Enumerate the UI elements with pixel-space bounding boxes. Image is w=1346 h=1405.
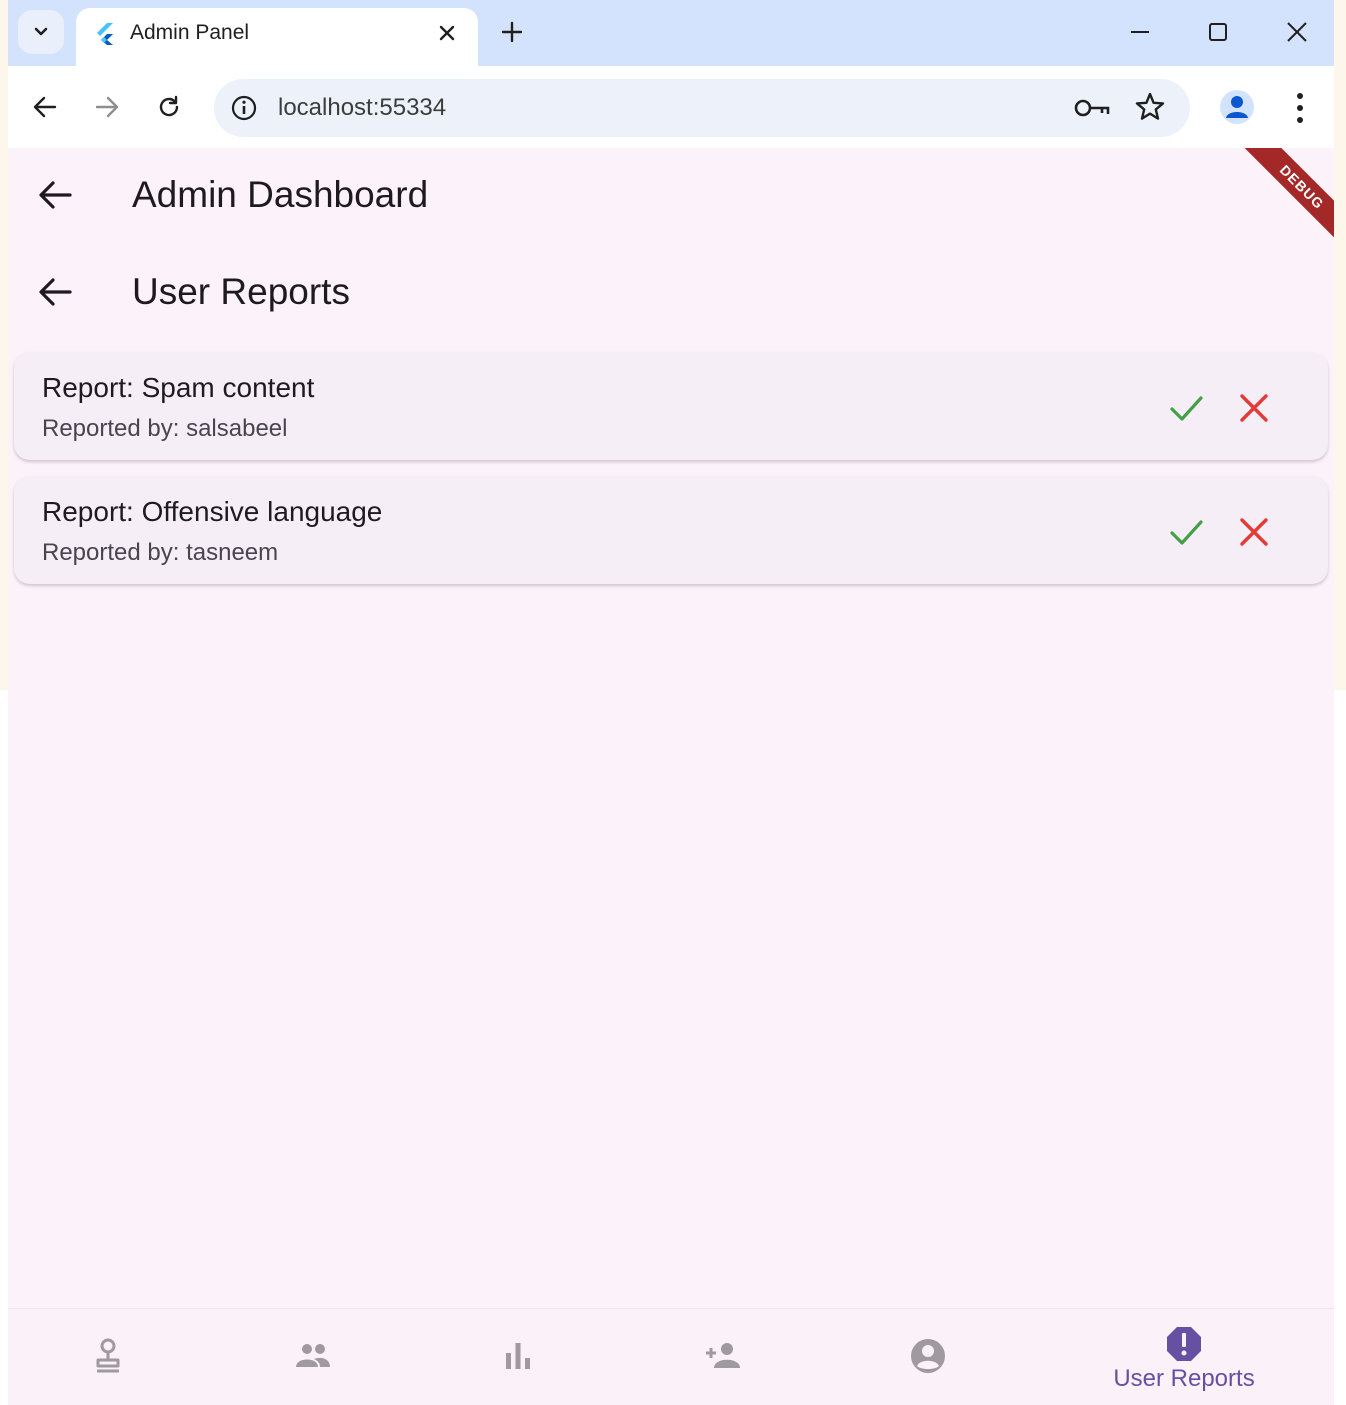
flutter-icon (97, 23, 113, 45)
tab-strip: Admin Panel (8, 0, 1334, 66)
tab-close-button[interactable] (432, 18, 462, 48)
tab-title: Admin Panel (130, 21, 250, 44)
close-icon[interactable] (1232, 386, 1276, 430)
arrow-back-icon (33, 96, 57, 118)
group-icon (296, 1344, 330, 1367)
section-title: User Reports (132, 271, 350, 312)
reload-icon (159, 95, 179, 117)
tab-admin-panel[interactable]: Admin Panel (76, 8, 478, 66)
maximize-icon (1209, 23, 1227, 41)
report-reporter: Reported by: tasneem (42, 539, 279, 566)
app-bar-admin-dashboard: Admin Dashboard (8, 148, 1334, 244)
check-icon[interactable] (1164, 386, 1208, 430)
arrow-back-icon[interactable] (34, 271, 76, 313)
nav-label-user-reports: User Reports (1113, 1365, 1255, 1392)
maximize-button[interactable] (1198, 12, 1238, 52)
bookmark-star-icon[interactable] (1134, 91, 1166, 123)
nav-item-users[interactable] (213, 1309, 413, 1405)
browser-window: Admin Panel localhost:55334 DEBUG Admin … (8, 0, 1334, 1405)
nav-item-statistics[interactable] (418, 1309, 618, 1405)
chevron-down-icon (34, 27, 48, 36)
bar-chart-icon (506, 1343, 530, 1369)
check-icon[interactable] (1164, 510, 1208, 554)
nav-item-profile[interactable] (828, 1309, 1028, 1405)
forward-button[interactable] (86, 86, 128, 128)
close-icon (1287, 22, 1307, 42)
stamp-icon (96, 1338, 120, 1373)
report-title: Report: Spam content (42, 372, 315, 403)
bottom-navigation: User Reports (8, 1308, 1334, 1405)
minimize-button[interactable] (1120, 12, 1160, 52)
key-icon[interactable] (1072, 93, 1112, 123)
url-text: localhost:55334 (278, 94, 447, 121)
site-info-icon[interactable] (230, 94, 258, 122)
close-icon (439, 25, 455, 41)
report-reporter: Reported by: salsabeel (42, 415, 288, 442)
browser-toolbar: localhost:55334 (8, 66, 1334, 148)
page-title: Admin Dashboard (132, 174, 429, 215)
page-edge-right (1334, 0, 1346, 690)
report-icon (1167, 1327, 1201, 1361)
close-window-button[interactable] (1277, 12, 1317, 52)
page-edge-left (0, 0, 8, 690)
address-bar[interactable]: localhost:55334 (214, 79, 1190, 137)
new-tab-button[interactable] (494, 14, 530, 50)
nav-item-user-reports[interactable]: User Reports (1084, 1309, 1284, 1405)
tab-search-button[interactable] (18, 10, 64, 54)
nav-item-stamp[interactable] (8, 1309, 208, 1405)
app-bar-user-reports: User Reports (8, 245, 1334, 341)
app-viewport: DEBUG Admin Dashboard User Reports Repor… (8, 148, 1334, 1405)
back-button[interactable] (24, 86, 66, 128)
close-icon[interactable] (1232, 510, 1276, 554)
profile-avatar[interactable] (1220, 90, 1254, 124)
plus-icon (501, 21, 523, 43)
person-add-icon (706, 1343, 740, 1368)
person-icon (1226, 96, 1248, 118)
reload-button[interactable] (148, 86, 190, 128)
report-title: Report: Offensive language (42, 496, 383, 527)
report-card: Report: Offensive language Reported by: … (14, 476, 1328, 584)
arrow-forward-icon (95, 96, 119, 118)
nav-item-add-user[interactable] (623, 1309, 823, 1405)
more-vert-icon[interactable] (1288, 88, 1312, 128)
account-circle-icon (911, 1339, 945, 1373)
report-card: Report: Spam content Reported by: salsab… (14, 352, 1328, 460)
arrow-back-icon[interactable] (34, 174, 76, 216)
minimize-icon (1131, 31, 1149, 33)
